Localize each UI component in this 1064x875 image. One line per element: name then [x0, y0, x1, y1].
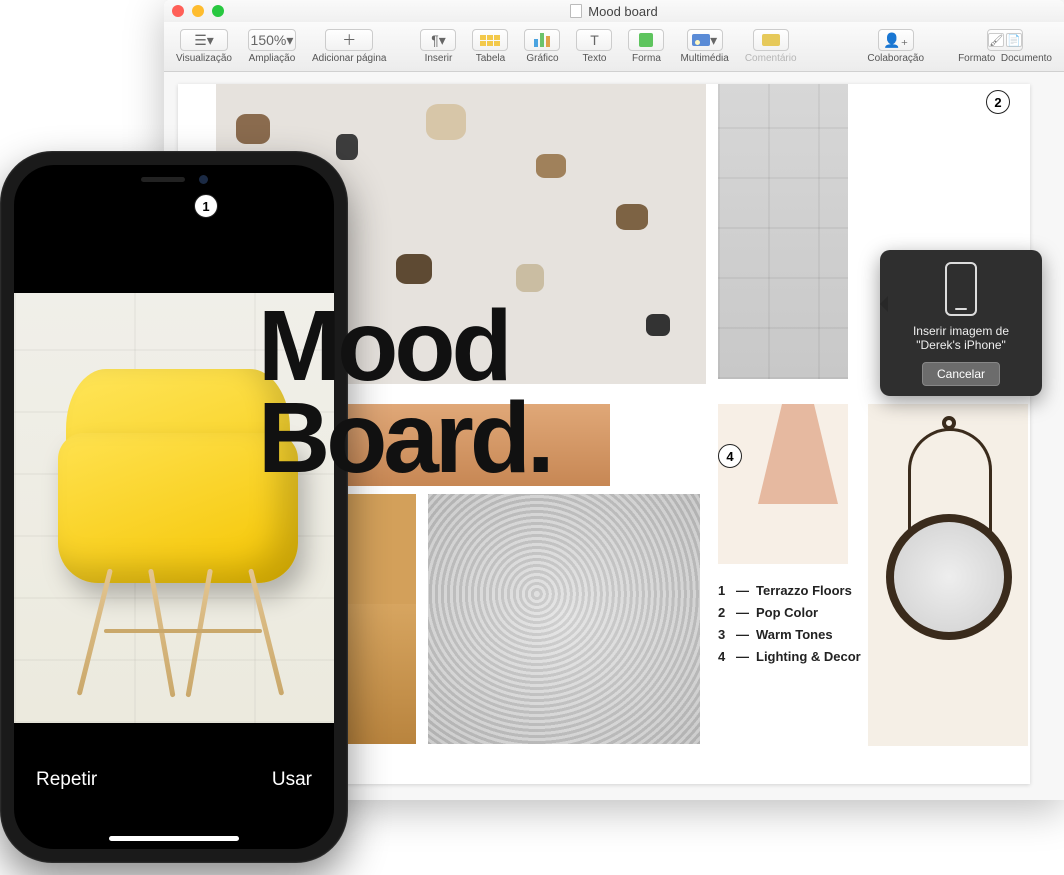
speaker-icon [141, 177, 185, 182]
image-concrete[interactable] [718, 84, 848, 379]
view-button[interactable]: ☰▾Visualização [170, 27, 238, 66]
iphone-screen: Repetir Usar [14, 165, 334, 849]
marker-1[interactable]: 1 [194, 194, 218, 218]
table-button[interactable]: Tabela [466, 27, 514, 66]
image-mirror[interactable] [868, 404, 1028, 746]
popover-text: Inserir imagem de "Derek's iPhone" [890, 324, 1032, 352]
window-title: Mood board [164, 4, 1064, 19]
iphone-notch [94, 165, 254, 193]
mood-board-title[interactable]: Mood Board. [258, 300, 551, 484]
collaborate-button[interactable]: 👤₊Colaboração [861, 27, 930, 66]
cancel-button[interactable]: Cancelar [922, 362, 1000, 386]
document-button[interactable]: 📄 [1006, 33, 1022, 47]
camera-controls: Repetir Usar [14, 729, 334, 849]
use-photo-button[interactable]: Usar [272, 769, 312, 791]
legend-item: 3—Warm Tones [718, 624, 861, 646]
legend-item: 4—Lighting & Decor [718, 646, 861, 668]
format-document-buttons: 🖌 📄 Formato Documento [952, 27, 1058, 66]
add-page-button[interactable]: ＋Adicionar página [306, 27, 393, 66]
marker-4[interactable]: 4 [718, 444, 742, 468]
window-title-text: Mood board [588, 4, 657, 19]
image-fur[interactable] [428, 494, 700, 744]
home-indicator[interactable] [109, 836, 239, 841]
toolbar: ☰▾Visualização 150%▾ Ampliação ＋Adiciona… [164, 22, 1064, 72]
legend-list: 1—Terrazzo Floors 2—Pop Color 3—Warm Ton… [718, 580, 861, 668]
zoom-button[interactable]: 150%▾ Ampliação [242, 27, 302, 66]
comment-button[interactable]: Comentário [739, 27, 803, 66]
iphone-icon [945, 262, 977, 316]
retake-button[interactable]: Repetir [36, 769, 97, 791]
front-camera-icon [199, 175, 208, 184]
media-button[interactable]: ▾Multimédia [674, 27, 734, 66]
legend-item: 2—Pop Color [718, 602, 861, 624]
shape-button[interactable]: Forma [622, 27, 670, 66]
format-button[interactable]: 🖌 [988, 33, 1004, 47]
insert-button[interactable]: ¶▾Inserir [414, 27, 462, 66]
document-icon [570, 4, 582, 18]
continuity-camera-popover: Inserir imagem de "Derek's iPhone" Cance… [880, 250, 1042, 396]
legend-item: 1—Terrazzo Floors [718, 580, 861, 602]
chart-button[interactable]: Gráfico [518, 27, 566, 66]
window-titlebar[interactable]: Mood board [164, 0, 1064, 22]
image-lamp[interactable] [718, 404, 848, 564]
marker-2[interactable]: 2 [986, 90, 1010, 114]
text-button[interactable]: TTexto [570, 27, 618, 66]
iphone-device: Repetir Usar [0, 151, 348, 863]
